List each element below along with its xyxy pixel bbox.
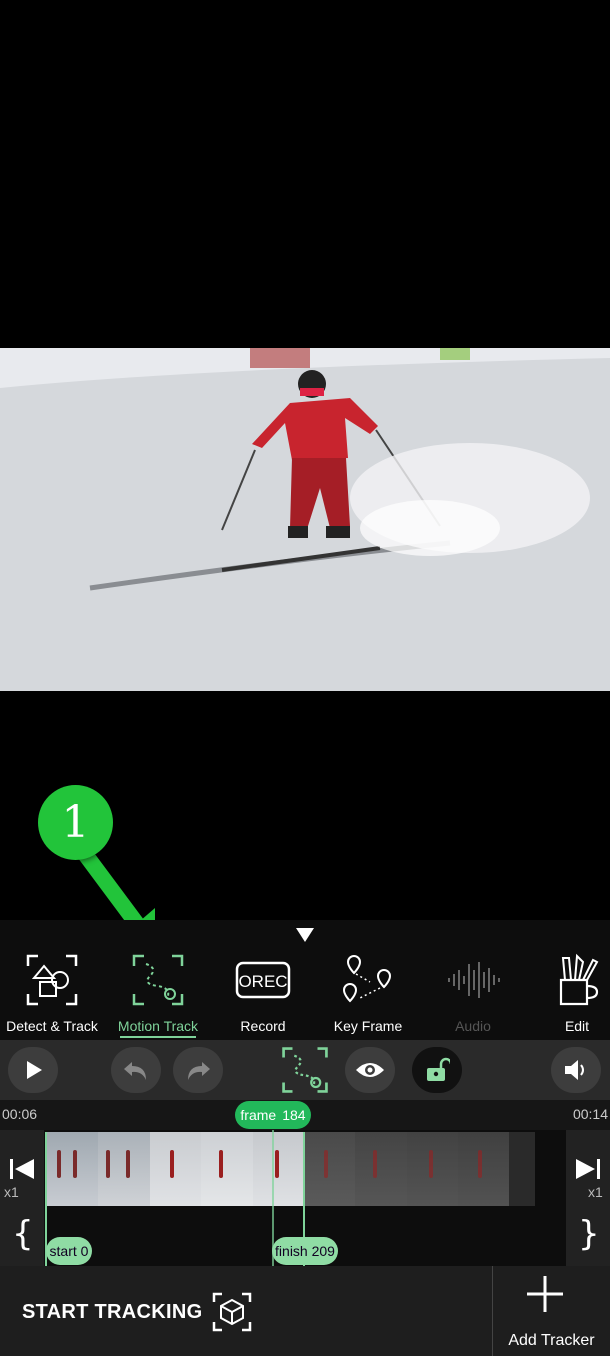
- finish-marker[interactable]: finish 209: [272, 1237, 338, 1265]
- redo-icon: [188, 1062, 210, 1080]
- start-marker[interactable]: start 0: [46, 1237, 92, 1265]
- selected-tab-underline: [120, 1036, 196, 1038]
- speed-left: x1: [4, 1184, 19, 1200]
- video-frame-skier: [0, 348, 610, 691]
- tool-label: Key Frame: [333, 1018, 403, 1034]
- detect-track-icon: [26, 954, 78, 1006]
- tracking-cube-icon: [213, 1292, 252, 1332]
- edit-tools-icon: [559, 953, 599, 1006]
- redo-button[interactable]: [173, 1047, 223, 1093]
- tool-label: Detect & Track: [6, 1018, 98, 1034]
- key-frame-icon: [342, 954, 392, 1003]
- audio-waveform-icon: [448, 962, 500, 998]
- undo-icon: [124, 1062, 146, 1080]
- timeline-thumbnail: [303, 1132, 356, 1206]
- volume-icon: [565, 1060, 584, 1080]
- tool-label: Audio: [455, 1018, 491, 1034]
- lock-button[interactable]: [412, 1047, 462, 1093]
- timeline-thumbnail: [458, 1132, 510, 1206]
- tool-audio[interactable]: Audio: [421, 952, 525, 1040]
- timeline-thumbnail: [252, 1132, 304, 1206]
- annotation-step-badge: 1: [38, 785, 113, 860]
- motion-track-mode-button[interactable]: [280, 1045, 330, 1095]
- thumbnail-strip[interactable]: [47, 1132, 536, 1206]
- timeline-thumbnail: [47, 1132, 99, 1206]
- tool-edit[interactable]: Edit: [525, 952, 610, 1040]
- volume-button[interactable]: [551, 1047, 601, 1093]
- timeline-thumbnail: [406, 1132, 458, 1206]
- current-frame-indicator[interactable]: frame 184: [235, 1101, 311, 1129]
- timeline-thumbnail: [509, 1132, 536, 1206]
- start-tracking-button[interactable]: START TRACKING: [22, 1290, 252, 1334]
- skip-to-end-icon[interactable]: [574, 1156, 602, 1182]
- tool-key-frame[interactable]: Key Frame: [316, 952, 420, 1040]
- eye-icon: [356, 1063, 384, 1077]
- collapse-panel-icon[interactable]: [296, 928, 314, 942]
- timeline-thumbnail: [201, 1132, 253, 1206]
- record-icon: OREC: [235, 961, 291, 999]
- skip-to-start-icon[interactable]: [8, 1156, 36, 1182]
- tool-label: Record: [240, 1018, 286, 1034]
- record-icon-text: OREC: [238, 972, 287, 991]
- add-tracker-button[interactable]: Add Tracker: [493, 1266, 610, 1356]
- play-icon: [27, 1061, 42, 1079]
- time-start: 00:06: [2, 1106, 38, 1122]
- visibility-button[interactable]: [345, 1047, 395, 1093]
- motion-track-icon: [282, 1047, 328, 1093]
- frame-value: 184: [282, 1107, 306, 1123]
- set-range-end-button[interactable]: }: [578, 1214, 600, 1254]
- lock-icon: [427, 1057, 450, 1081]
- speed-right: x1: [588, 1184, 603, 1200]
- undo-button[interactable]: [111, 1047, 161, 1093]
- timeline-thumbnail: [149, 1132, 202, 1206]
- motion-track-icon: [132, 954, 184, 1006]
- tool-label: Motion Track: [117, 1018, 199, 1034]
- set-range-start-button[interactable]: {: [12, 1214, 34, 1254]
- tool-detect-track[interactable]: Detect & Track: [0, 952, 104, 1040]
- timeline-thumbnail: [98, 1132, 150, 1206]
- frame-label: frame: [240, 1107, 277, 1123]
- timeline-thumbnail: [355, 1132, 407, 1206]
- tool-record[interactable]: OREC Record: [211, 952, 315, 1040]
- plus-icon: [527, 1276, 563, 1312]
- tool-label: Edit: [564, 1018, 590, 1034]
- video-preview[interactable]: [0, 348, 610, 691]
- add-tracker-label: Add Tracker: [508, 1332, 595, 1349]
- tool-motion-track[interactable]: Motion Track: [106, 952, 210, 1040]
- time-end: 00:14: [572, 1106, 608, 1122]
- start-tracking-label: START TRACKING: [22, 1300, 203, 1323]
- play-button[interactable]: [8, 1047, 58, 1093]
